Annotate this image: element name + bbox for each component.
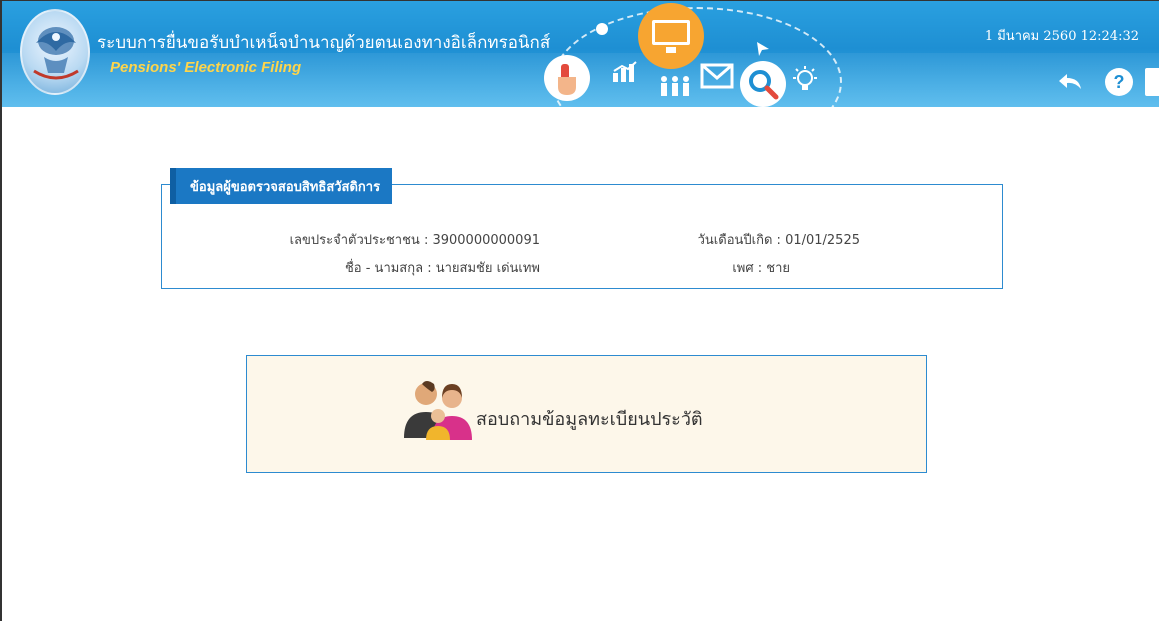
back-arrow-icon [1059,74,1081,89]
citizen-id-label: เลขประจำตัวประชาชน [289,233,420,248]
garuda-emblem-icon [33,27,79,80]
orbit-dot [596,23,608,35]
gender-label: เพศ [732,261,754,276]
people-icon [661,76,689,96]
citizen-id-value: 3900000000091 [432,233,540,248]
department-logo [20,9,90,95]
gender-row: เพศ : ชาย [732,261,790,276]
magnifier-icon [740,61,786,107]
logout-button[interactable] [1145,68,1159,96]
inquire-registry-button[interactable]: สอบถามข้อมูลทะเบียนประวัติ [246,355,927,473]
full-name-label: ชื่อ - นามสกุล [344,261,424,276]
full-name-value: นายสมชัย เด่นเทพ [435,261,540,276]
app-title-english: Pensions' Electronic Filing [110,59,302,76]
header-illustration [532,1,862,107]
gender-value: ชาย [766,261,790,276]
lightbulb-icon [793,66,817,90]
inquire-registry-label: สอบถามข้อมูลทะเบียนประวัติ [476,409,703,430]
cursor-icon [757,42,769,56]
current-datetime: 1 มีนาคม 2560 12:24:32 [984,29,1139,44]
back-button[interactable] [1055,68,1085,96]
birth-date-value: 01/01/2525 [785,233,860,248]
full-name-row: ชื่อ - นามสกุล : นายสมชัย เด่นเทพ [344,261,540,276]
touch-hand-icon [544,55,590,101]
app-title-thai: ระบบการยื่นขอรับบำเหน็จบำนาญด้วยตนเองทาง… [97,33,551,53]
birth-date-label: วันเดือนปีเกิด [697,233,773,248]
app-header: ระบบการยื่นขอรับบำเหน็จบำนาญด้วยตนเองทาง… [2,1,1159,107]
mail-icon [700,63,734,89]
monitor-icon [638,3,704,69]
applicant-info-legend: ข้อมูลผู้ขอตรวจสอบสิทธิสวัสดิการ [170,168,393,204]
chart-icon [613,61,637,82]
family-users-icon [404,381,472,440]
help-button[interactable]: ? [1105,68,1133,96]
birth-date-row: วันเดือนปีเกิด : 01/01/2525 [697,233,860,248]
citizen-id-row: เลขประจำตัวประชาชน : 3900000000091 [289,233,540,248]
